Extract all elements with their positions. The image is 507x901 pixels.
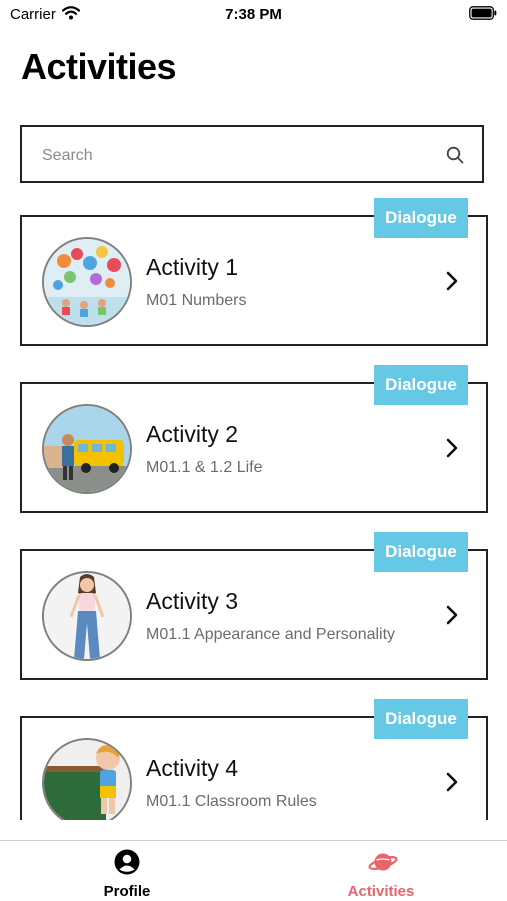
dialogue-badge: Dialogue bbox=[374, 699, 468, 739]
activity-title: Activity 1 bbox=[146, 254, 239, 280]
activity-title: Activity 4 bbox=[146, 755, 239, 781]
chevron-right-icon bbox=[446, 438, 458, 463]
tab-profile[interactable]: Profile bbox=[0, 841, 254, 901]
chevron-right-icon bbox=[446, 271, 458, 296]
tab-label: Profile bbox=[103, 883, 151, 900]
page-title: Activities bbox=[21, 46, 177, 87]
classroom-boy-thumbnail bbox=[42, 738, 132, 820]
dialogue-badge: Dialogue bbox=[374, 365, 468, 405]
search-bar[interactable] bbox=[20, 125, 484, 183]
search-icon[interactable] bbox=[446, 146, 464, 169]
chevron-right-icon bbox=[446, 772, 458, 797]
activity-card[interactable]: Dialogue Activity 4 M01.1 Classroom Rule… bbox=[20, 699, 488, 820]
numbers-balloons-thumbnail bbox=[42, 237, 132, 327]
tab-bar: Profile Activities bbox=[0, 840, 507, 901]
activity-list[interactable]: Dialogue Activity 1 M01 Numbers Dialogue… bbox=[0, 195, 507, 820]
status-bar: Carrier 7:38 PM bbox=[0, 0, 507, 30]
tab-activities[interactable]: Activities bbox=[254, 841, 507, 901]
school-bus-thumbnail bbox=[42, 404, 132, 494]
tab-label: Activities bbox=[347, 883, 415, 900]
activity-title: Activity 2 bbox=[146, 421, 239, 447]
planet-icon bbox=[368, 849, 398, 880]
battery-icon bbox=[469, 6, 497, 25]
dialogue-badge: Dialogue bbox=[374, 532, 468, 572]
chevron-right-icon bbox=[446, 605, 458, 630]
dialogue-badge: Dialogue bbox=[374, 198, 468, 238]
person-circle-icon bbox=[114, 849, 140, 880]
woman-figure-thumbnail bbox=[42, 571, 132, 661]
activity-subtitle: M01.1 Classroom Rules bbox=[146, 793, 317, 810]
activity-title: Activity 3 bbox=[146, 588, 239, 614]
clock: 7:38 PM bbox=[225, 6, 282, 23]
search-input[interactable] bbox=[40, 141, 424, 171]
activity-subtitle: M01 Numbers bbox=[146, 292, 247, 309]
activity-subtitle: M01.1 Appearance and Personality bbox=[146, 626, 396, 643]
activity-card[interactable]: Dialogue Activity 1 M01 Numbers bbox=[20, 198, 488, 346]
activity-card[interactable]: Dialogue Activity 2 M01.1 & 1.2 Life bbox=[20, 365, 488, 513]
activity-card[interactable]: Dialogue Activity 3 M01.1 Appearance and… bbox=[20, 532, 488, 680]
activity-subtitle: M01.1 & 1.2 Life bbox=[146, 459, 263, 476]
